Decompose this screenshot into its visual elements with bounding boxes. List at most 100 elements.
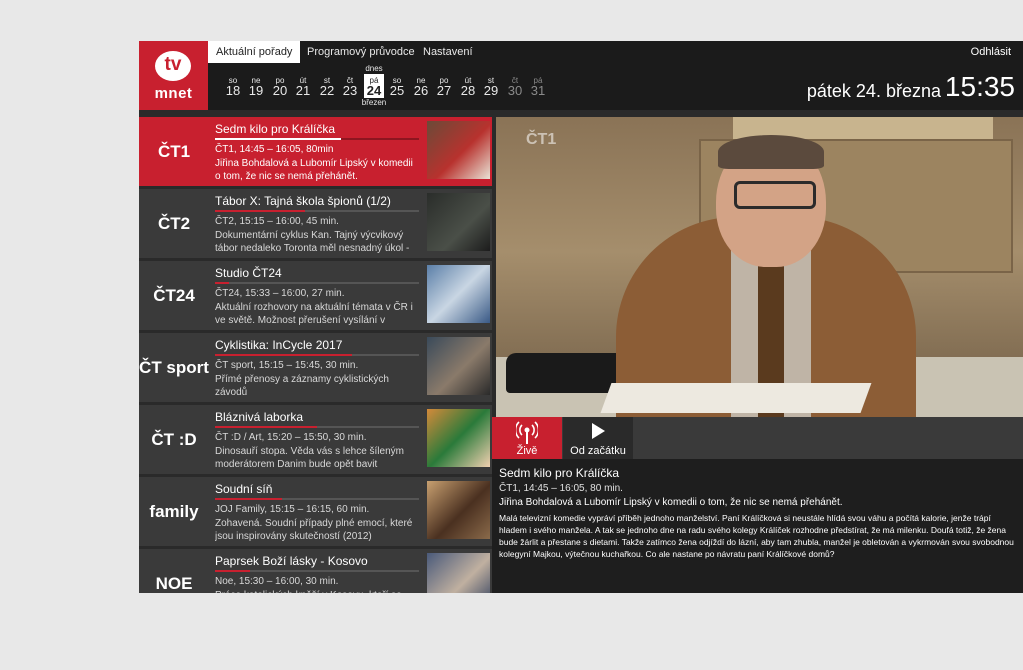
top-navigation: Aktuální pořady Programový průvodce Nast… [208,41,1023,63]
channel-list: ČT1 Sedm kilo pro Králíčka ČT1, 14:45 – 16… [139,117,492,593]
channel-logo: ČT sport [139,357,209,377]
progress-fill [215,138,342,140]
progress-fill [215,426,317,428]
date-day[interactable]: po 27 [433,63,455,110]
date-day[interactable]: st 29 [480,63,502,110]
date-day[interactable]: so 18 [222,63,244,110]
program-meta: Noe, 15:30 – 16:00, 30 min. [215,576,339,587]
channel-logo: ČT24 [153,285,195,305]
program-description: Jiřina Bohdalová a Lubomír Lipský v kome… [215,158,413,182]
progress-track [215,354,419,356]
program-description: Aktuální rozhovory na aktuální témata v … [215,302,413,326]
day-number: 28 [460,83,476,98]
program-detail: Sedm kilo pro Králíčka ČT1, 14:45 – 16:0… [492,459,1023,593]
date-day-today[interactable]: dnes pá 24 březen [362,63,386,110]
date-day[interactable]: po 20 [269,63,291,110]
video-person-hair [718,135,824,169]
tab-program-guide[interactable]: Programový průvodce [299,41,423,63]
broadcast-icon [516,421,538,444]
program-title: Soudní síň [215,482,273,496]
progress-track [215,210,419,212]
video-player[interactable]: ČT1 [496,117,1023,417]
logo-mnet-text: mnet [154,85,193,102]
program-thumbnail [427,481,490,539]
from-start-button[interactable]: Od začátku [563,417,633,459]
logo-tv-text: tv [164,54,182,75]
progress-fill [215,498,283,500]
program-description: Zohavená. Soudní případy plné emocí, kte… [215,518,413,542]
progress-track [215,570,419,572]
program-title: Bláznivá laborka [215,410,304,424]
tab-settings[interactable]: Nastavení [415,41,481,63]
channel-watermark: ČT1 [526,131,557,148]
date-day[interactable]: út 21 [292,63,314,110]
channel-row[interactable]: ČT24 Studio ČT24 ČT24, 15:33 – 16:00, 27 m… [139,261,492,330]
channel-logo: ČT1 [157,141,191,161]
date-day[interactable]: pá 31 [527,63,549,110]
program-title: Studio ČT24 [215,266,282,280]
date-day[interactable]: st 22 [316,63,338,110]
date-day[interactable]: ne 26 [410,63,432,110]
channel-row[interactable]: ČT sport Cyklistika: InCycle 2017 ČT sport… [139,333,492,402]
from-start-label: Od začátku [570,445,626,457]
program-meta: ČT sport, 15:15 – 15:45, 30 min. [215,360,359,371]
tv-logo-icon: tv [155,51,191,81]
day-number: 22 [319,83,335,98]
program-thumbnail [427,265,490,323]
day-number: 21 [295,83,311,98]
channel-row[interactable]: NOE Paprsek Boží lásky - Kosovo Noe, 15:30… [139,549,492,593]
play-icon [592,423,605,439]
day-number: 19 [248,83,264,98]
program-thumbnail [427,553,490,593]
current-date: pátek 24. března [806,81,941,101]
program-title: Tábor X: Tajná škola špionů (1/2) [215,194,391,208]
date-day[interactable]: čt 30 [504,63,526,110]
program-thumbnail [427,121,490,179]
day-number: 20 [272,83,288,98]
video-phone-shape [506,353,626,393]
program-thumbnail [427,409,490,467]
date-day[interactable]: ne 19 [245,63,267,110]
progress-fill [215,570,250,572]
channel-logo: family [149,501,199,521]
mnet-logo[interactable]: tv mnet [139,41,208,110]
detail-meta: ČT1, 14:45 – 16:05, 80 min. [499,483,623,494]
player-controls: Živě Od začátku [492,417,1023,459]
progress-fill [215,210,305,212]
video-person-glasses [734,181,816,209]
progress-track [215,138,419,140]
progress-track [215,426,419,428]
progress-track [215,282,419,284]
date-day[interactable]: so 25 [386,63,408,110]
program-meta: JOJ Family, 15:15 – 16:15, 60 min. [215,504,370,515]
channel-row[interactable]: ČT1 Sedm kilo pro Králíčka ČT1, 14:45 – 16… [139,117,492,186]
program-title: Sedm kilo pro Králíčka [215,122,336,136]
channel-row[interactable]: ČT :D Bláznivá laborka ČT :D / Art, 15:20 … [139,405,492,474]
program-description: Práce katolických kněží v Kosovu, kteří … [215,589,421,593]
program-meta: ČT1, 14:45 – 16:05, 80min [215,144,334,155]
progress-track [215,498,419,500]
program-description: Přímé přenosy a záznamy cyklistických zá… [215,374,389,398]
detail-description: Malá televizní komedie vypráví příběh je… [499,513,1014,559]
tv-app-window: tv mnet Aktuální pořady Programový průvo… [139,41,1023,593]
day-number: 25 [389,83,405,98]
detail-title: Sedm kilo pro Králíčka [499,466,620,480]
program-meta: ČT24, 15:33 – 16:00, 27 min. [215,288,345,299]
detail-subtitle: Jiřina Bohdalová a Lubomír Lipský v kome… [499,497,843,508]
progress-fill [215,354,352,356]
channel-row[interactable]: family Soudní síň JOJ Family, 15:15 – 16:1… [139,477,492,546]
program-description: Dokumentární cyklus Kan. Tajný výcvikový… [215,230,410,254]
program-title: Cyklistika: InCycle 2017 [215,338,343,352]
channel-logo: ČT2 [157,213,191,233]
live-button[interactable]: Živě [492,417,562,459]
current-time: 15:35 [944,71,1015,102]
program-title: Paprsek Boží lásky - Kosovo [215,554,368,568]
date-day[interactable]: út 28 [457,63,479,110]
channel-logo: NOE [155,573,193,593]
day-number: 30 [507,83,523,98]
tab-current-shows[interactable]: Aktuální pořady [208,41,301,63]
logout-link[interactable]: Odhlásit [971,41,1011,63]
channel-row[interactable]: ČT2 Tábor X: Tajná škola špionů (1/2) ČT2,… [139,189,492,258]
day-number: 27 [436,83,452,98]
channel-logo: ČT :D [151,429,197,449]
